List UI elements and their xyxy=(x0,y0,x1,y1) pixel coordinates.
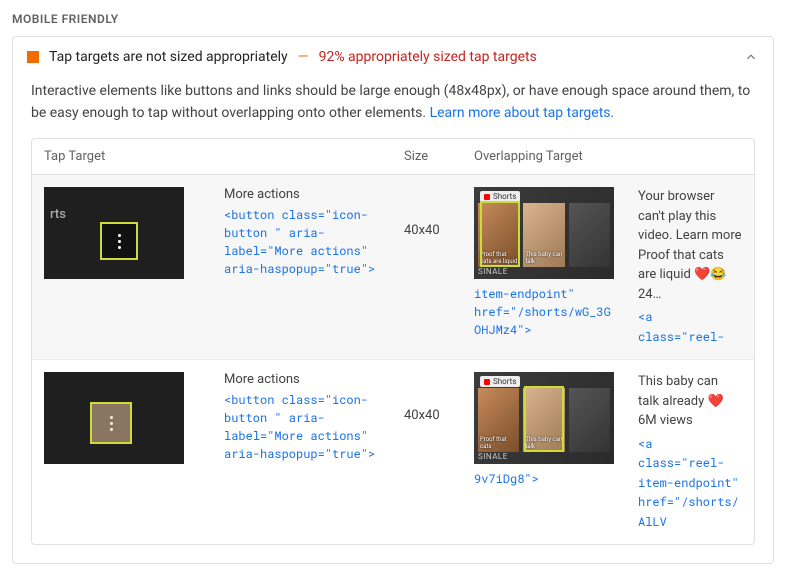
shorts-chip: Shorts xyxy=(480,376,520,387)
chevron-up-icon[interactable] xyxy=(743,49,759,65)
overlapping-target-thumbnail[interactable]: ShortsProof that catsThis baby can talkS… xyxy=(474,372,614,464)
shorts-chip: Shorts xyxy=(480,191,520,202)
audit-title: Tap targets are not sized appropriately xyxy=(49,49,288,65)
audit-subtitle: 92% appropriately sized tap targets xyxy=(319,49,733,65)
overlapping-node-code[interactable]: <a class="reel- xyxy=(638,309,724,345)
node-label: More actions xyxy=(224,187,380,202)
overlapping-node-code-tail[interactable]: item-endpoint" href="/shorts/wG_3GOHJMz4… xyxy=(474,285,614,339)
overlapping-node-code-tail[interactable]: 9v7iDg8"> xyxy=(474,470,614,488)
col-header-overlapping: Overlapping Target xyxy=(462,139,754,175)
thumbnail-footer-text: SINALE xyxy=(478,267,508,276)
learn-more-link[interactable]: Learn more about tap targets. xyxy=(430,105,615,121)
audit-header[interactable]: Tap targets are not sized appropriately … xyxy=(13,37,773,77)
node-code[interactable]: <button class="icon-button " aria-label=… xyxy=(224,392,375,462)
size-value: 40x40 xyxy=(392,175,462,360)
col-header-size: Size xyxy=(392,139,462,175)
node-label: More actions xyxy=(224,372,380,387)
more-actions-icon xyxy=(102,224,136,258)
thumbnail-text: rts xyxy=(50,207,66,222)
tap-target-thumbnail[interactable]: rts xyxy=(44,187,184,279)
audit-card: Tap targets are not sized appropriately … xyxy=(12,36,774,564)
section-label: MOBILE FRIENDLY xyxy=(12,12,774,26)
audit-dash: — xyxy=(298,49,309,65)
overlapping-node-code[interactable]: <a class="reel-item-endpoint" href="/sho… xyxy=(638,436,739,530)
overlapping-description: Your browser can't play this video. Lear… xyxy=(638,187,742,304)
overlapping-description: This baby can talk already ❤️ 6M views xyxy=(638,372,742,431)
results-table: Tap Target Size Overlapping Target rts Mo… xyxy=(31,138,755,545)
audit-description-text: Interactive elements like buttons and li… xyxy=(31,83,750,121)
audit-body: Interactive elements like buttons and li… xyxy=(13,77,773,563)
more-actions-icon xyxy=(92,404,130,442)
col-header-tap-target: Tap Target xyxy=(32,139,392,175)
audit-description: Interactive elements like buttons and li… xyxy=(31,81,755,124)
table-row: rts More actions <button class="icon-butto… xyxy=(32,175,754,360)
tap-target-thumbnail[interactable] xyxy=(44,372,184,464)
node-code[interactable]: <button class="icon-button " aria-label=… xyxy=(224,207,375,277)
overlapping-target-thumbnail[interactable]: ShortsProof that cats are liquidThis bab… xyxy=(474,187,614,279)
thumbnail-footer-text: SINALE xyxy=(478,452,508,461)
status-indicator-icon xyxy=(27,51,39,63)
